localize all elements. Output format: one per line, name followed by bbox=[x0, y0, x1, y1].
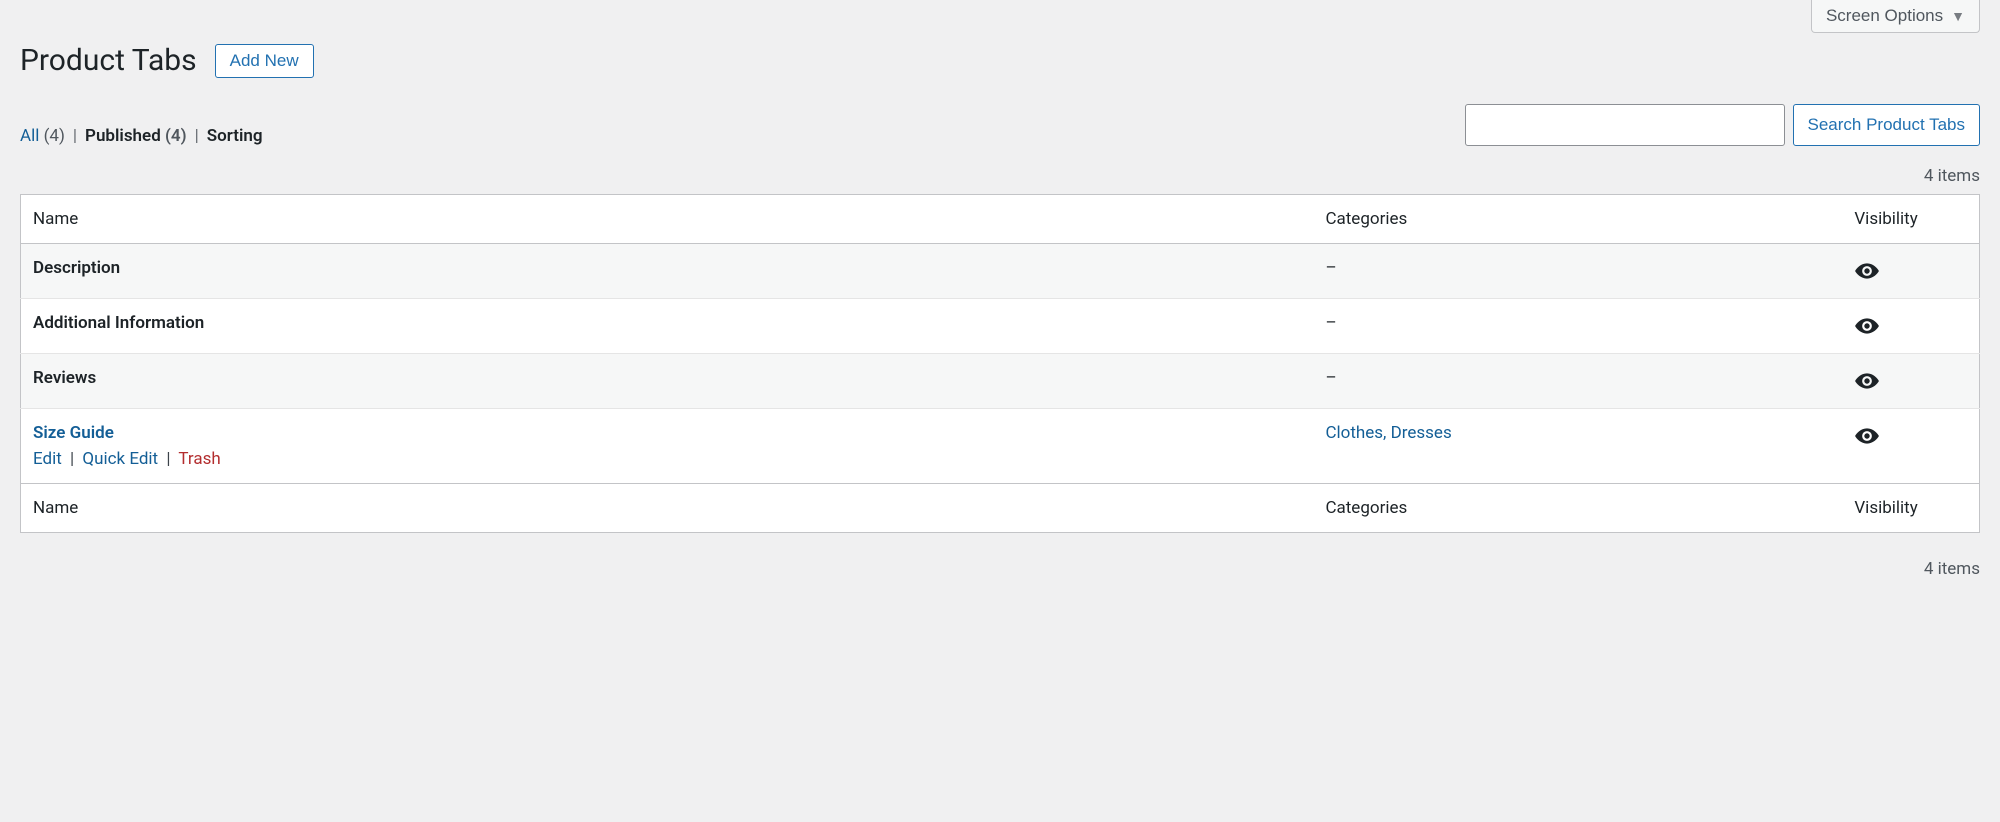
search-input[interactable] bbox=[1465, 104, 1785, 146]
table-row: Size Guide Edit | Quick Edit | Trash Clo… bbox=[21, 409, 1980, 484]
column-header-name[interactable]: Name bbox=[21, 195, 1314, 244]
separator: | bbox=[195, 126, 199, 146]
filter-published-current: Published (4) bbox=[85, 126, 187, 146]
row-title: Description bbox=[33, 258, 120, 278]
status-filters: All (4) | Published (4) | Sorting bbox=[20, 126, 263, 146]
add-new-button[interactable]: Add New bbox=[215, 44, 314, 78]
eye-icon bbox=[1854, 423, 1967, 449]
separator: | bbox=[70, 449, 74, 469]
caret-down-icon: ▼ bbox=[1951, 8, 1965, 24]
row-categories: – bbox=[1313, 299, 1842, 354]
items-count-top: 4 items bbox=[1924, 166, 1980, 186]
row-title-link[interactable]: Size Guide bbox=[33, 423, 114, 443]
separator: | bbox=[73, 126, 77, 146]
screen-options-button[interactable]: Screen Options ▼ bbox=[1811, 0, 1980, 33]
row-categories: – bbox=[1313, 354, 1842, 409]
screen-options-label: Screen Options bbox=[1826, 6, 1943, 26]
product-tabs-table: Name Categories Visibility Description – bbox=[20, 194, 1980, 533]
page-title: Product Tabs bbox=[20, 43, 197, 78]
table-row: Description – bbox=[21, 244, 1980, 299]
row-categories: – bbox=[1313, 244, 1842, 299]
eye-icon bbox=[1854, 258, 1967, 284]
filter-sorting[interactable]: Sorting bbox=[207, 126, 263, 146]
quick-edit-link[interactable]: Quick Edit bbox=[82, 449, 158, 469]
filter-all-link[interactable]: All (4) bbox=[20, 126, 65, 146]
column-footer-categories[interactable]: Categories bbox=[1313, 484, 1842, 533]
eye-icon bbox=[1854, 313, 1967, 339]
eye-icon bbox=[1854, 368, 1967, 394]
column-header-categories[interactable]: Categories bbox=[1313, 195, 1842, 244]
table-row: Reviews – bbox=[21, 354, 1980, 409]
row-categories-link[interactable]: Clothes, Dresses bbox=[1325, 423, 1451, 443]
trash-link[interactable]: Trash bbox=[178, 449, 220, 469]
separator: | bbox=[166, 449, 170, 469]
items-count-bottom: 4 items bbox=[1924, 559, 1980, 579]
edit-link[interactable]: Edit bbox=[33, 449, 62, 469]
column-footer-name[interactable]: Name bbox=[21, 484, 1314, 533]
row-title: Additional Information bbox=[33, 313, 204, 333]
column-footer-visibility[interactable]: Visibility bbox=[1842, 484, 1979, 533]
row-actions: Edit | Quick Edit | Trash bbox=[33, 449, 1301, 469]
search-button[interactable]: Search Product Tabs bbox=[1793, 104, 1981, 146]
table-row: Additional Information – bbox=[21, 299, 1980, 354]
column-header-visibility[interactable]: Visibility bbox=[1842, 195, 1979, 244]
row-title: Reviews bbox=[33, 368, 96, 388]
